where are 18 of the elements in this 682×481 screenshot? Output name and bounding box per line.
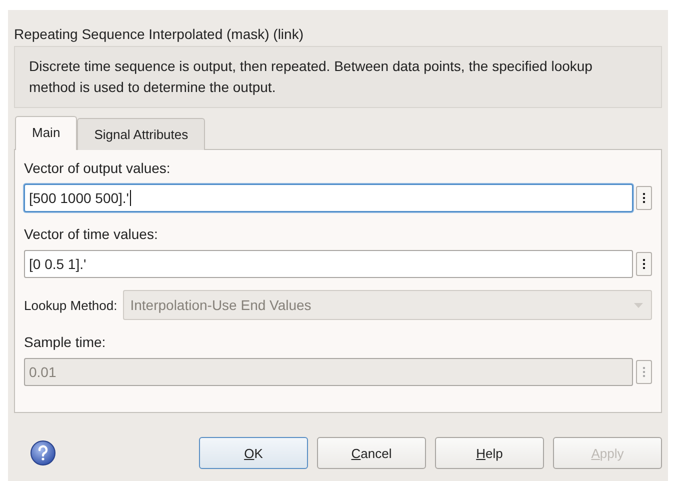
dialog-button[interactable]: Cancel <box>317 437 426 469</box>
help-icon[interactable] <box>30 440 56 466</box>
tab[interactable]: Main <box>15 116 78 150</box>
dialog-button[interactable]: Help <box>435 437 544 469</box>
description-text: Discrete time sequence is output, then repeated. Between data points, the specified lookup method is used to determine the output. <box>14 46 662 108</box>
more-options-button[interactable] <box>636 252 652 276</box>
field-label: Vector of output values: <box>24 160 172 176</box>
field-label: Vector of time values: <box>24 226 159 242</box>
field-label: Sample time: <box>24 334 107 350</box>
text-cursor <box>130 190 131 206</box>
more-options-button[interactable] <box>636 186 652 210</box>
tab[interactable]: Signal Attributes <box>77 118 206 150</box>
field-label: Lookup Method: <box>24 298 118 312</box>
input-field[interactable]: [0 0.5 1].' <box>24 250 633 278</box>
dropdown-arrow-icon <box>634 302 643 308</box>
input-field[interactable]: [500 1000 500].' <box>24 184 633 212</box>
window-title: Repeating Sequence Interpolated (mask) (link) <box>14 25 304 44</box>
dialog-button[interactable]: OK <box>199 437 308 469</box>
